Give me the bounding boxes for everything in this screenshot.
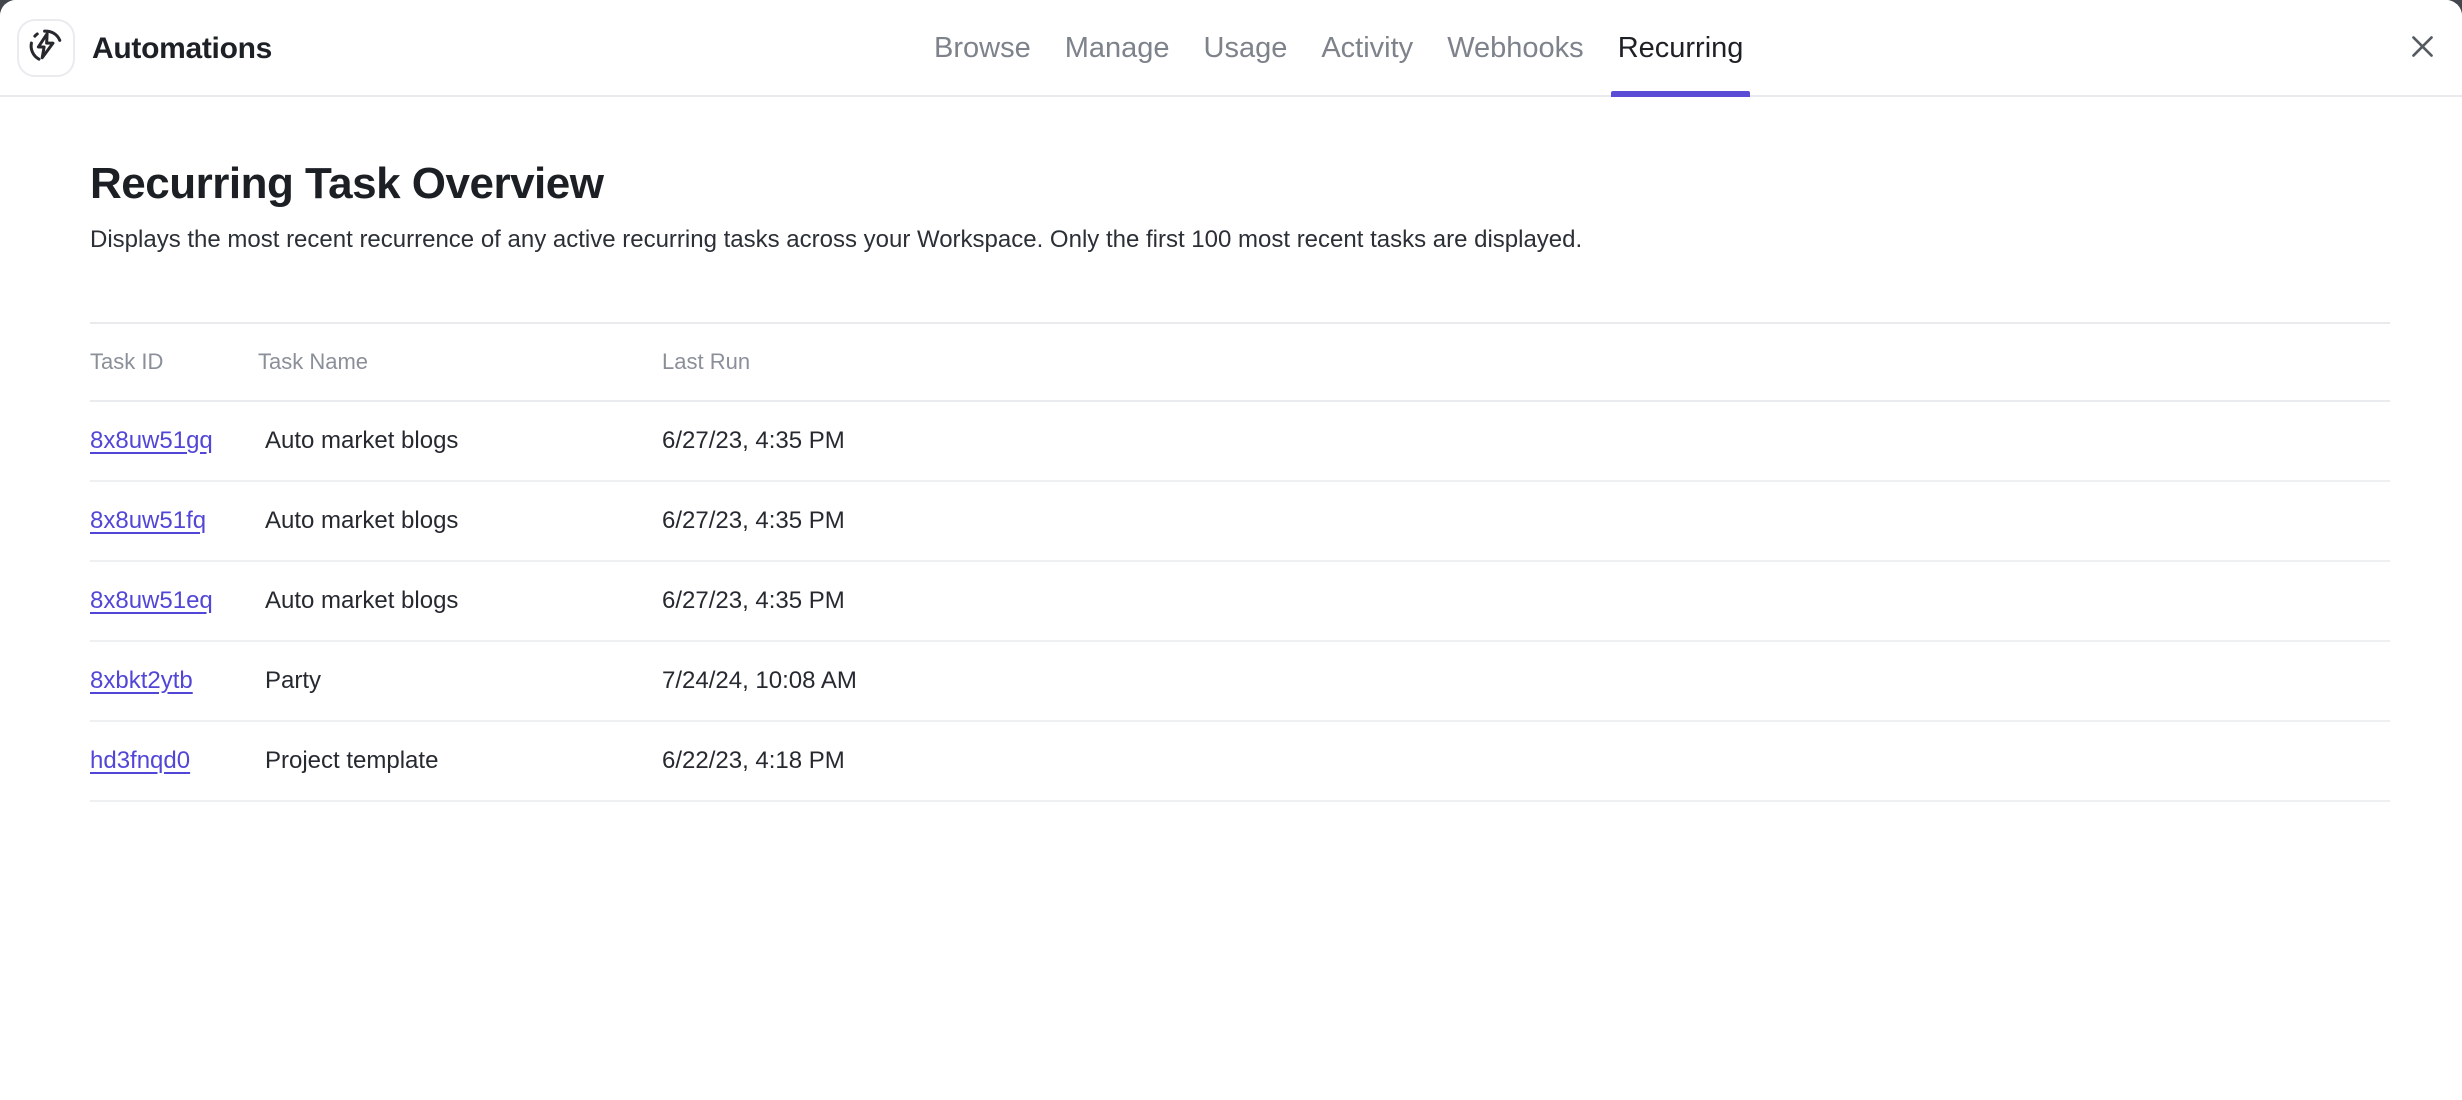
column-header-last-run: Last Run	[662, 349, 2390, 375]
task-id-link[interactable]: 8x8uw51fq	[90, 507, 206, 534]
column-header-task-id: Task ID	[90, 349, 258, 375]
table-row: 8xbkt2ytb Party 7/24/24, 10:08 AM	[90, 642, 2390, 722]
task-id-link[interactable]: hd3fnqd0	[90, 747, 190, 774]
task-id-link[interactable]: 8xbkt2ytb	[90, 667, 193, 694]
page-content: Recurring Task Overview Displays the mos…	[0, 97, 2462, 802]
page-title: Recurring Task Overview	[90, 159, 2390, 210]
tab-browse[interactable]: Browse	[934, 0, 1031, 97]
table-row: hd3fnqd0 Project template 6/22/23, 4:18 …	[90, 722, 2390, 802]
table-row: 8x8uw51fq Auto market blogs 6/27/23, 4:3…	[90, 482, 2390, 562]
automations-logo-badge	[17, 19, 75, 77]
table-row: 8x8uw51gq Auto market blogs 6/27/23, 4:3…	[90, 402, 2390, 482]
task-id-link[interactable]: 8x8uw51gq	[90, 427, 213, 454]
last-run-cell: 7/24/24, 10:08 AM	[662, 667, 2390, 695]
task-name-cell: Project template	[258, 747, 662, 775]
column-header-task-name: Task Name	[258, 349, 662, 375]
tab-recurring[interactable]: Recurring	[1618, 0, 1744, 97]
tab-usage[interactable]: Usage	[1204, 0, 1288, 97]
automations-modal: Automations Browse Manage Usage Activity…	[0, 0, 2462, 1100]
task-name-cell: Auto market blogs	[258, 427, 662, 455]
last-run-cell: 6/27/23, 4:35 PM	[662, 427, 2390, 455]
automation-lightning-icon	[27, 27, 65, 70]
recurring-tasks-table: Task ID Task Name Last Run 8x8uw51gq Aut…	[90, 322, 2390, 802]
tab-bar: Browse Manage Usage Activity Webhooks Re…	[934, 0, 1743, 97]
modal-header: Automations Browse Manage Usage Activity…	[0, 0, 2462, 97]
page-description: Displays the most recent recurrence of a…	[90, 224, 2390, 255]
task-id-link[interactable]: 8x8uw51eq	[90, 587, 213, 614]
close-button[interactable]	[2398, 24, 2446, 72]
table-header-row: Task ID Task Name Last Run	[90, 324, 2390, 402]
tab-activity[interactable]: Activity	[1321, 0, 1413, 97]
task-name-cell: Auto market blogs	[258, 587, 662, 615]
table-row: 8x8uw51eq Auto market blogs 6/27/23, 4:3…	[90, 562, 2390, 642]
task-name-cell: Party	[258, 667, 662, 695]
close-icon	[2407, 31, 2438, 65]
last-run-cell: 6/27/23, 4:35 PM	[662, 587, 2390, 615]
last-run-cell: 6/22/23, 4:18 PM	[662, 747, 2390, 775]
tab-manage[interactable]: Manage	[1065, 0, 1170, 97]
task-name-cell: Auto market blogs	[258, 507, 662, 535]
last-run-cell: 6/27/23, 4:35 PM	[662, 507, 2390, 535]
table-body: 8x8uw51gq Auto market blogs 6/27/23, 4:3…	[90, 402, 2390, 802]
tab-webhooks[interactable]: Webhooks	[1447, 0, 1584, 97]
app-title: Automations	[92, 0, 272, 97]
